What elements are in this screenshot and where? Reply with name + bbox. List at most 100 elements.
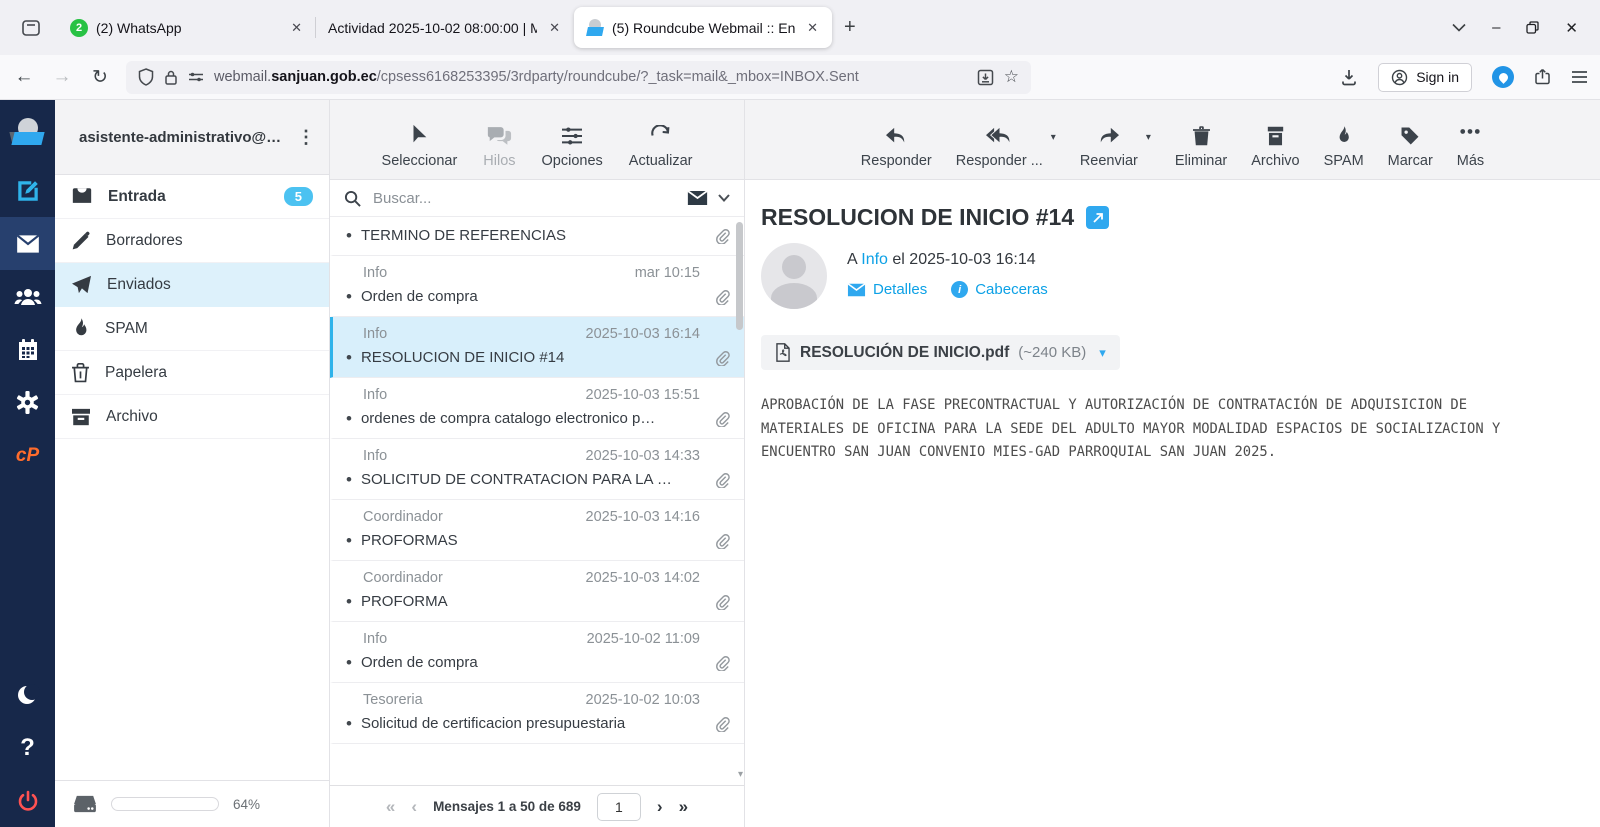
- search-options-chevron-icon[interactable]: [718, 194, 730, 202]
- reply-all-caret-icon[interactable]: ▾: [1051, 132, 1056, 143]
- message-row[interactable]: Info2025-10-03 14:33 •SOLICITUD DE CONTR…: [330, 439, 744, 500]
- message-row-selected[interactable]: Info2025-10-03 16:14 •RESOLUCION DE INIC…: [330, 317, 744, 378]
- message-row[interactable]: Infomar 10:15 •Orden de compra: [330, 256, 744, 317]
- bookmark-star-icon[interactable]: ☆: [1004, 67, 1019, 87]
- next-page-icon[interactable]: ›: [657, 797, 663, 817]
- message-row[interactable]: Tesoreria2025-10-02 10:03 •Solicitud de …: [330, 683, 744, 744]
- options-button[interactable]: Opciones: [542, 126, 603, 169]
- message-row[interactable]: Coordinador2025-10-03 14:02 •PROFORMA: [330, 561, 744, 622]
- inbox-icon: [71, 187, 93, 206]
- reload-icon[interactable]: ↻: [88, 66, 112, 89]
- shield-icon[interactable]: [138, 68, 154, 86]
- archive-button[interactable]: Archivo: [1251, 126, 1299, 169]
- save-page-icon[interactable]: [977, 69, 994, 86]
- tab-roundcube-active[interactable]: (5) Roundcube Webmail :: Envia ✕: [574, 7, 832, 48]
- spam-button[interactable]: SPAM: [1324, 126, 1364, 169]
- kebab-menu-icon[interactable]: ⋮: [291, 127, 321, 148]
- pagination-bar: « ‹ Mensajes 1 a 50 de 689 › »: [330, 785, 744, 827]
- pencil-icon: [71, 231, 91, 251]
- folder-entrada[interactable]: Entrada 5: [55, 175, 329, 219]
- address-field[interactable]: webmail.sanjuan.gob.ec/cpsess6168253395/…: [126, 61, 1031, 94]
- compose-button[interactable]: [0, 164, 55, 217]
- forward-icon[interactable]: →: [50, 66, 74, 88]
- refresh-button[interactable]: Actualizar: [629, 125, 693, 169]
- folder-borradores[interactable]: Borradores: [55, 219, 329, 263]
- message-body: APROBACIÓN DE LA FASE PRECONTRACTUAL Y A…: [761, 394, 1543, 465]
- close-icon[interactable]: ✕: [545, 18, 564, 38]
- message-row[interactable]: Info2025-10-02 11:09 •Orden de compra: [330, 622, 744, 683]
- attachment-chip[interactable]: RESOLUCIÓN DE INICIO.pdf (~240 KB) ▾: [761, 335, 1120, 370]
- trash-icon: [71, 363, 90, 383]
- list-toolbar: Seleccionar Hilos Opciones Actualizar: [330, 100, 744, 180]
- tab-actividad[interactable]: Actividad 2025-10-02 08:00:00 | Mo ✕: [316, 7, 574, 48]
- rail-item-mail[interactable]: [0, 217, 55, 270]
- attachment-menu-caret-icon[interactable]: ▾: [1099, 345, 1106, 361]
- logout-power-icon[interactable]: [0, 774, 55, 827]
- account-header: asistente-administrativo@… ⋮: [55, 100, 329, 175]
- mark-button[interactable]: Marcar: [1388, 126, 1433, 169]
- dark-mode-moon-icon[interactable]: [0, 668, 55, 721]
- attachment-paperclip-icon: [715, 716, 730, 732]
- message-row[interactable]: Coordinador2025-10-03 14:16 •PROFORMAS: [330, 500, 744, 561]
- cpanel-icon[interactable]: cP: [0, 429, 55, 482]
- url-text: webmail.sanjuan.gob.ec/cpsess6168253395/…: [214, 69, 967, 85]
- attachment-paperclip-icon: [715, 594, 730, 610]
- app-sidebar-rail: cP ?: [0, 100, 55, 827]
- new-tab-button[interactable]: +: [832, 16, 868, 39]
- message-row[interactable]: •TERMINO DE REFERENCIAS: [330, 217, 744, 256]
- menu-hamburger-icon[interactable]: [1571, 70, 1588, 84]
- reply-all-button[interactable]: Responder ...: [956, 126, 1043, 169]
- reply-button[interactable]: Responder: [861, 126, 932, 169]
- back-icon[interactable]: ←: [12, 66, 36, 88]
- page-number-input[interactable]: [597, 793, 641, 821]
- url-bar: ← → ↻ webmail.sanjuan.gob.ec/cpsess61682…: [0, 55, 1600, 100]
- firefox-view-icon[interactable]: [14, 11, 48, 45]
- restore-button[interactable]: [1526, 21, 1539, 34]
- message-row[interactable]: Info2025-10-03 15:51 •ordenes de compra …: [330, 378, 744, 439]
- tab-list-chevron-icon[interactable]: [1452, 23, 1466, 32]
- close-window-button[interactable]: ✕: [1565, 19, 1578, 37]
- folder-spam[interactable]: SPAM: [55, 307, 329, 351]
- close-icon[interactable]: ✕: [287, 18, 306, 38]
- rail-item-calendar[interactable]: [0, 323, 55, 376]
- tab-whatsapp[interactable]: 2 (2) WhatsApp ✕: [58, 7, 316, 48]
- forward-caret-icon[interactable]: ▾: [1146, 132, 1151, 143]
- open-in-new-window-icon[interactable]: [1086, 206, 1109, 229]
- forward-button[interactable]: Reenviar: [1080, 126, 1138, 169]
- share-icon[interactable]: [1534, 68, 1551, 86]
- folder-enviados[interactable]: Enviados: [55, 263, 329, 307]
- folder-column: asistente-administrativo@… ⋮ Entrada 5 B…: [55, 100, 330, 827]
- signin-button[interactable]: Sign in: [1378, 63, 1472, 92]
- folder-archivo[interactable]: Archivo: [55, 395, 329, 439]
- lock-icon[interactable]: [164, 69, 178, 86]
- list-scrollbar[interactable]: [736, 222, 743, 330]
- search-scope-mail-icon[interactable]: [687, 190, 708, 206]
- permissions-icon[interactable]: [188, 71, 204, 83]
- search-input[interactable]: [371, 189, 677, 208]
- threads-button[interactable]: Hilos: [483, 125, 515, 169]
- folder-list: Entrada 5 Borradores Enviados SPAM: [55, 175, 329, 780]
- folder-papelera[interactable]: Papelera: [55, 351, 329, 395]
- extension-icon[interactable]: [1492, 66, 1514, 88]
- close-icon[interactable]: ✕: [803, 18, 822, 38]
- rail-item-contacts[interactable]: [0, 270, 55, 323]
- attachment-paperclip-icon: [715, 289, 730, 305]
- delete-button[interactable]: Eliminar: [1175, 126, 1227, 169]
- attachment-paperclip-icon: [715, 350, 730, 366]
- help-icon[interactable]: ?: [0, 721, 55, 774]
- prev-page-icon[interactable]: ‹: [411, 797, 417, 817]
- more-button[interactable]: Más: [1457, 126, 1484, 169]
- roundcube-logo[interactable]: [0, 100, 55, 164]
- scrollbar-down-arrow[interactable]: ▾: [738, 769, 743, 780]
- recipient-link[interactable]: Info: [861, 251, 888, 268]
- minimize-button[interactable]: –: [1492, 19, 1500, 36]
- select-button[interactable]: Seleccionar: [382, 124, 458, 169]
- downloads-icon[interactable]: [1340, 68, 1358, 86]
- last-page-icon[interactable]: »: [679, 797, 688, 817]
- details-link[interactable]: Detalles: [847, 281, 927, 298]
- rail-item-settings[interactable]: [0, 376, 55, 429]
- attachment-paperclip-icon: [715, 411, 730, 427]
- first-page-icon[interactable]: «: [386, 797, 395, 817]
- headers-link[interactable]: i Cabeceras: [951, 281, 1048, 298]
- tab-bar: 2 (2) WhatsApp ✕ Actividad 2025-10-02 08…: [0, 0, 1600, 55]
